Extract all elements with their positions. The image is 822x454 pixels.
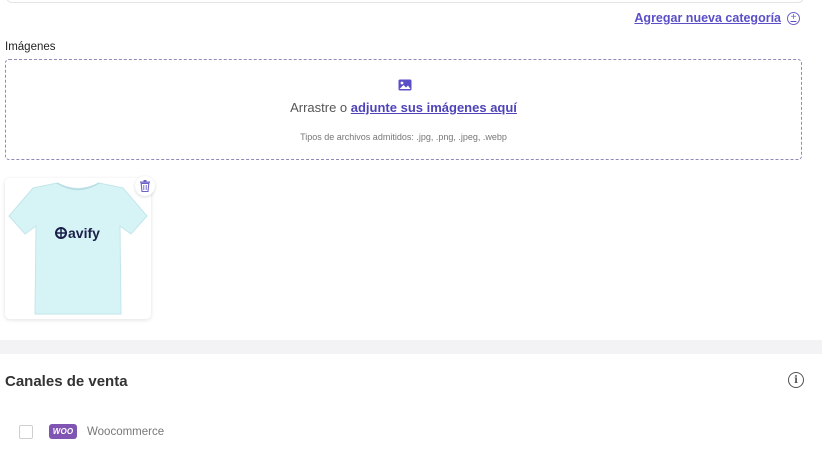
tshirt-image: avify [8,182,148,315]
previous-field-edge [6,0,804,3]
image-icon [398,79,412,91]
image-thumbnail[interactable]: avify [5,178,151,319]
woocommerce-logo-icon: WOO [49,424,77,439]
avify-logo: avify [55,225,100,241]
info-icon[interactable]: i [788,372,804,388]
images-section-label: Imágenes [5,41,56,53]
section-divider [0,340,822,354]
woocommerce-checkbox[interactable] [19,424,33,439]
plus-circle-icon: + [787,11,800,25]
brand-text: avify [68,225,100,241]
sales-channels-title: Canales de venta [5,373,128,390]
accepted-file-types: Tipos de archivos admitidos: .jpg, .png,… [300,132,507,142]
delete-image-button[interactable] [135,176,155,196]
product-form-card: Agregar nueva categoría + Imágenes Arras… [0,0,822,340]
trash-icon [140,180,150,192]
dropzone-instructions: Arrastre o adjunte sus imágenes aquí [6,100,801,115]
attach-images-link[interactable]: adjunte sus imágenes aquí [351,100,517,115]
channel-item-woocommerce[interactable]: WOO Woocommerce [19,424,164,439]
dropzone-prefix: Arrastre o [290,100,351,115]
add-category-link[interactable]: Agregar nueva categoría + [634,11,800,25]
add-category-label: Agregar nueva categoría [634,11,781,25]
image-dropzone[interactable]: Arrastre o adjunte sus imágenes aquí Tip… [5,59,802,160]
channel-label: Woocommerce [87,425,165,438]
